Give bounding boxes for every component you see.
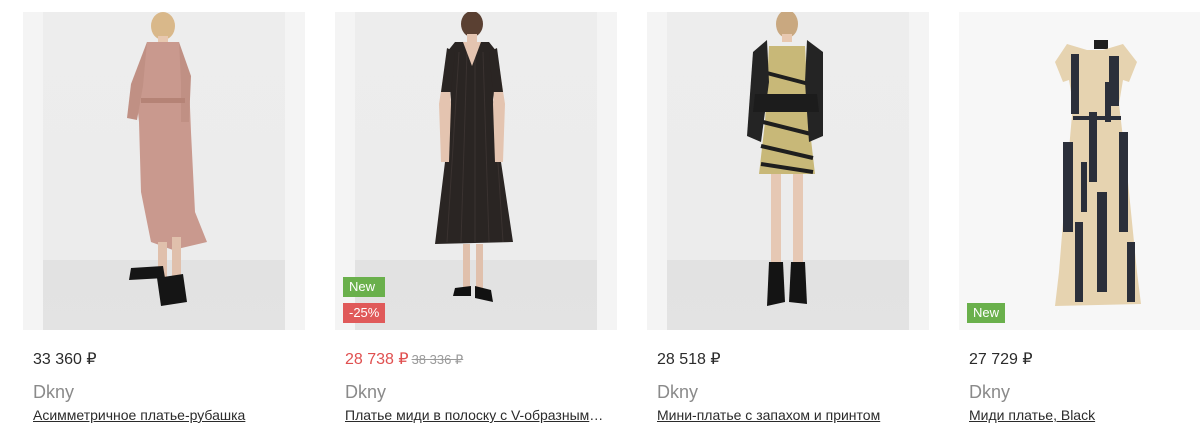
price: 28 518 ₽ [657, 351, 721, 368]
dress-photo-midi-black-beige-print [1055, 40, 1141, 306]
badge-stack: New -25% [343, 277, 386, 323]
product-image[interactable]: New -25% [335, 12, 617, 330]
product-card[interactable]: 33 360 ₽ Dkny Асимметричное платье-рубаш… [23, 0, 305, 438]
new-badge: New [343, 277, 386, 297]
product-title-link[interactable]: Асимметричное платье-рубашка [33, 406, 295, 424]
price-row: 33 360 ₽ [33, 350, 97, 370]
product-title-link[interactable]: Миди платье, Black [969, 406, 1200, 424]
brand-name[interactable]: Dkny [657, 381, 698, 403]
discount-badge: -25% [343, 303, 386, 323]
brand-name[interactable]: Dkny [969, 381, 1010, 403]
price: 27 729 ₽ [969, 351, 1033, 368]
price-row: 28 518 ₽ [657, 350, 721, 370]
new-badge: New [967, 303, 1006, 323]
price-row: 28 738 ₽38 336 ₽ [345, 350, 463, 370]
product-card[interactable]: New -25% 28 738 ₽38 336 ₽ Dkny Платье ми… [335, 0, 617, 438]
price: 33 360 ₽ [33, 351, 97, 368]
product-title-link[interactable]: Мини-платье с запахом и принтом [657, 406, 919, 424]
product-card[interactable]: 28 518 ₽ Dkny Мини-платье с запахом и пр… [647, 0, 929, 438]
dress-photo-mini-wrap-print [747, 12, 823, 306]
product-image[interactable] [23, 12, 305, 330]
dress-photo-pink-shirt-dress [127, 12, 207, 306]
product-image[interactable]: New [959, 12, 1200, 330]
brand-name[interactable]: Dkny [33, 381, 74, 403]
product-image[interactable] [647, 12, 929, 330]
sale-price: 28 738 ₽ [345, 351, 409, 368]
brand-name[interactable]: Dkny [345, 381, 386, 403]
badge-stack: New [967, 303, 1006, 323]
old-price: 38 336 ₽ [411, 352, 464, 367]
price-row: 27 729 ₽ [969, 350, 1033, 370]
product-card[interactable]: New 27 729 ₽ Dkny Миди платье, Black [959, 0, 1200, 438]
product-title-link[interactable]: Платье миди в полоску с V-образным вырез… [345, 406, 607, 424]
